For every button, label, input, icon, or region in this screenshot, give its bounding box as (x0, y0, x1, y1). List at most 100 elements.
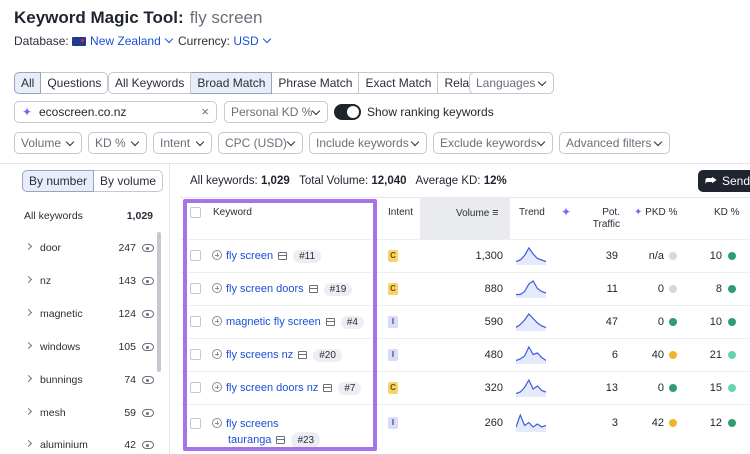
traffic-value: 3 (611, 417, 618, 429)
group-label: door (40, 242, 62, 254)
filter-label: Exclude keywords (440, 136, 537, 150)
chevron-down-icon (536, 137, 546, 147)
pkd-dot (669, 252, 677, 260)
eye-icon[interactable] (142, 310, 154, 318)
col-label: PKD % (645, 207, 678, 218)
eye-icon[interactable] (142, 376, 154, 384)
seed-keyword: fly screen (189, 8, 263, 27)
eye-icon[interactable] (142, 343, 154, 351)
tab-all-keywords[interactable]: All Keywords (108, 72, 192, 94)
pkd-value: n/a (648, 250, 664, 262)
database-selector[interactable]: Database: New Zealand (14, 34, 175, 48)
sparkle-icon: ✦ (634, 207, 643, 218)
kd-dot (728, 318, 736, 326)
kd-dot (728, 419, 736, 427)
sidebar-group[interactable]: windows 105 (0, 331, 170, 364)
chevron-right-icon[interactable] (24, 374, 33, 383)
col-label: Pot. (602, 207, 620, 218)
volume-value: 480 (484, 349, 503, 361)
send-label: Send (722, 174, 750, 188)
sidebar-group[interactable]: aluminium 42 (0, 429, 170, 454)
database-value[interactable]: New Zealand (90, 34, 161, 48)
summary-value: 1,029 (260, 175, 290, 187)
chevron-right-icon[interactable] (24, 275, 33, 284)
group-count: 59 (124, 407, 136, 419)
toggle-label: Show ranking keywords (367, 105, 494, 119)
pkd-value: 0 (657, 283, 664, 295)
summary-label: Average KD: (415, 175, 481, 187)
eye-icon[interactable] (142, 244, 154, 252)
kd-dot (728, 351, 736, 359)
group-count: 74 (124, 374, 136, 386)
ranking-toggle[interactable] (334, 104, 361, 120)
kd-value: 10 (709, 250, 722, 262)
trend-sparkline (516, 280, 546, 298)
personal-kd-dropdown[interactable]: Personal KD % (224, 101, 328, 123)
intent-badge: I (388, 417, 398, 429)
chevron-down-icon (195, 137, 205, 147)
eye-icon[interactable] (142, 441, 154, 449)
group-count: 1,029 (126, 210, 153, 222)
group-count: 124 (118, 308, 136, 320)
filter-advanced[interactable]: Advanced filters (559, 132, 670, 154)
tool-name: Keyword Magic Tool: (14, 8, 184, 27)
intent-badge: C (388, 382, 398, 394)
summary-label: Total Volume: (299, 175, 369, 187)
volume-value: 590 (484, 316, 503, 328)
filter-volume[interactable]: Volume (14, 132, 82, 154)
database-label: Database: (14, 34, 69, 48)
sidebar-all-keywords[interactable]: All keywords 1,029 (0, 200, 170, 233)
sidebar-scrollbar[interactable] (157, 232, 161, 372)
chevron-right-icon[interactable] (24, 439, 33, 448)
sidebar-group[interactable]: door 247 (0, 232, 170, 265)
chevron-right-icon[interactable] (24, 242, 33, 251)
chevron-right-icon[interactable] (24, 407, 33, 416)
send-button[interactable]: ⮫ Send (698, 170, 750, 192)
languages-dropdown[interactable]: Languages (469, 72, 554, 94)
chevron-down-icon (653, 137, 663, 147)
filter-include[interactable]: Include keywords (309, 132, 427, 154)
pkd-dot (669, 285, 677, 293)
sparkle-icon: ✦ (22, 105, 33, 119)
col-label: Traffic (592, 219, 620, 230)
filter-exclude[interactable]: Exclude keywords (433, 132, 553, 154)
currency-selector[interactable]: Currency: USD (178, 34, 273, 48)
sidebar-group[interactable]: nz 143 (0, 265, 170, 298)
filter-intent[interactable]: Intent (153, 132, 212, 154)
volume-value: 260 (484, 417, 503, 429)
chevron-right-icon[interactable] (24, 341, 33, 350)
eye-icon[interactable] (142, 409, 154, 417)
traffic-value: 47 (605, 316, 618, 328)
tab-all[interactable]: All (14, 72, 42, 94)
group-label: bunnings (40, 374, 83, 386)
sidebar-group[interactable]: bunnings 74 (0, 364, 170, 397)
pkd-value: 42 (651, 417, 664, 429)
filter-kd[interactable]: KD % (88, 132, 147, 154)
domain-input[interactable]: ✦ ecoscreen.co.nz × (14, 101, 217, 123)
eye-icon[interactable] (142, 277, 154, 285)
sidebar-group[interactable]: magnetic 124 (0, 298, 170, 331)
by-volume-button[interactable]: By volume (94, 170, 164, 192)
filter-cpc[interactable]: CPC (USD) (218, 132, 303, 154)
chevron-right-icon[interactable] (24, 308, 33, 317)
traffic-value: 39 (605, 250, 618, 262)
tab-broad-match[interactable]: Broad Match (191, 72, 273, 94)
currency-value[interactable]: USD (233, 34, 258, 48)
summary-bar: All keywords: 1,029 Total Volume: 12,040… (190, 175, 507, 187)
share-icon: ⮫ (705, 173, 718, 188)
tab-exact-match[interactable]: Exact Match (359, 72, 439, 94)
trend-sparkline (516, 378, 546, 397)
clear-icon[interactable]: × (201, 102, 209, 122)
chevron-down-icon (537, 77, 547, 87)
intent-badge: C (388, 283, 398, 295)
filter-label: Advanced filters (566, 136, 652, 150)
kd-value: 15 (709, 382, 722, 394)
tab-questions[interactable]: Questions (41, 72, 109, 94)
filter-label: KD % (95, 136, 126, 150)
pkd-dot (669, 351, 677, 359)
traffic-value: 13 (605, 382, 618, 394)
tab-phrase-match[interactable]: Phrase Match (272, 72, 360, 94)
sidebar-group[interactable]: mesh 59 (0, 397, 170, 430)
trend-sparkline (516, 246, 546, 265)
by-number-button[interactable]: By number (22, 170, 95, 192)
